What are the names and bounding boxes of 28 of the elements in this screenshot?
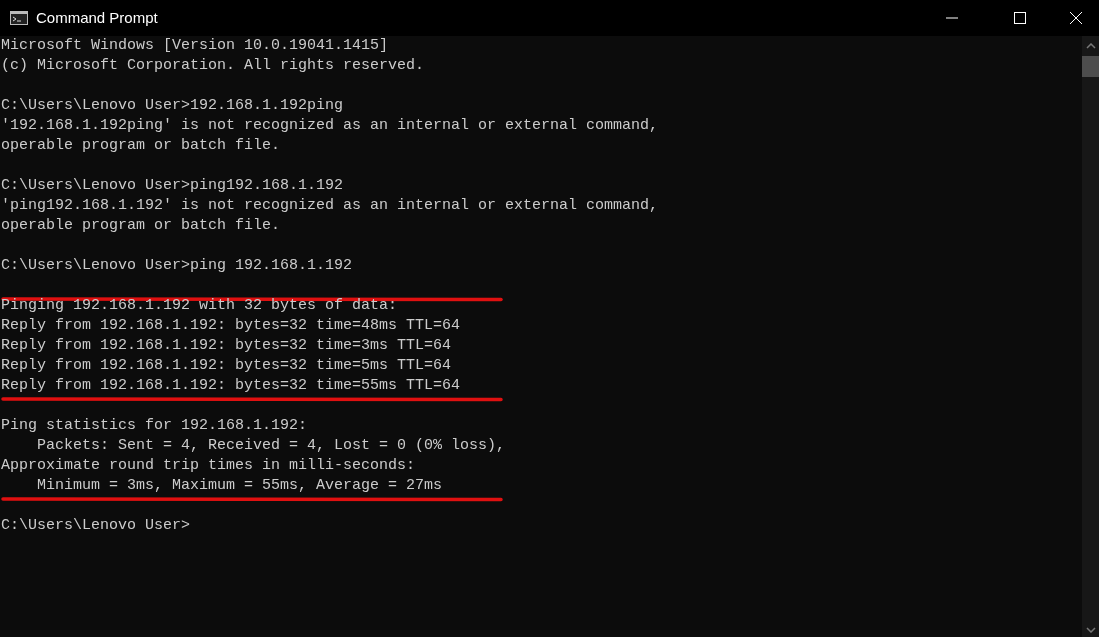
console-line: (c) Microsoft Corporation. All rights reserved. [1, 57, 425, 74]
console-line: operable program or batch file. [1, 137, 281, 154]
console-line: Pinging 192.168.1.192 with 32 bytes of data: [1, 297, 398, 314]
window-title: Command Prompt [36, 7, 158, 28]
maximize-icon [1014, 12, 1026, 24]
minimize-icon [946, 17, 958, 19]
console-line: '192.168.1.192ping' is not recognized as an internal or external command, [1, 117, 659, 134]
console-line: C:\Users\Lenovo User>ping192.168.1.192 [1, 177, 344, 194]
console-line: Reply from 192.168.1.192: bytes=32 time=3ms TTL=64 [1, 337, 452, 354]
console-line: Minimum = 3ms, Maximum = 55ms, Average = 27ms [36, 477, 443, 494]
scrollbar-thumb[interactable] [1082, 56, 1099, 77]
console-line: Reply from 192.168.1.192: bytes=32 time=48ms TTL=64 [1, 317, 461, 334]
console-line: operable program or batch file. [1, 217, 281, 234]
console-line: C:\Users\Lenovo User>192.168.1.192ping [1, 97, 344, 114]
console-line: 'ping192.168.1.192' is not recognized as an internal or external command, [1, 197, 659, 214]
console-line: Ping statistics for 192.168.1.192: [1, 417, 308, 434]
close-icon [1070, 12, 1082, 24]
console-app-icon [10, 11, 28, 25]
console-line: C:\Users\Lenovo User> [1, 517, 191, 534]
console-line: Reply from 192.168.1.192: bytes=32 time=55ms TTL=64 [1, 377, 461, 394]
scroll-down-icon[interactable] [1085, 627, 1096, 633]
console-line: Microsoft Windows [Version 10.0.19041.1415] [1, 37, 389, 54]
scroll-up-icon[interactable] [1085, 43, 1096, 49]
console-line: Reply from 192.168.1.192: bytes=32 time=5ms TTL=64 [1, 357, 452, 374]
console-line: Packets: Sent = 4, Received = 4, Lost = 0 (0% loss), [36, 437, 506, 454]
scrollbar[interactable] [1082, 36, 1099, 637]
console-line: Approximate round trip times in milli-seconds: [1, 457, 416, 474]
console-line: C:\Users\Lenovo User>ping 192.168.1.192 [1, 257, 353, 274]
